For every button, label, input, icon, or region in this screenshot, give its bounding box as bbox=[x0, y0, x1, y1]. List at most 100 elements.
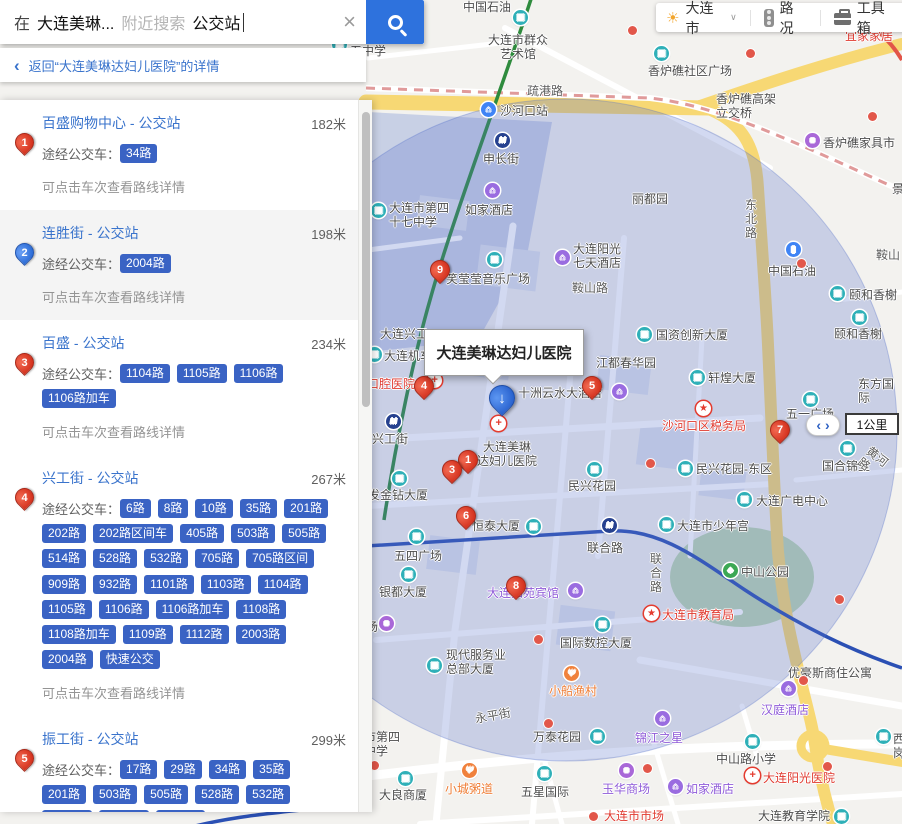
food-icon[interactable]: Ψ bbox=[564, 666, 579, 681]
bus-route-badge[interactable]: 1112路 bbox=[180, 625, 229, 644]
map-label[interactable]: 轩煌大厦 bbox=[708, 371, 756, 385]
building-icon[interactable]: ▣ bbox=[840, 441, 855, 456]
map-label[interactable]: 大良商厦 bbox=[379, 788, 427, 802]
school-icon[interactable]: ▣ bbox=[371, 203, 386, 218]
map-label[interactable]: 大连美琳 达妇儿医院 bbox=[477, 440, 537, 468]
hotel-icon[interactable]: ⌂ bbox=[555, 250, 570, 265]
school-icon[interactable]: ▣ bbox=[834, 809, 849, 824]
bus-route-badge[interactable]: 1103路 bbox=[201, 575, 251, 594]
search-input[interactable]: 在 大连美琳... 附近搜索 公交站 bbox=[0, 0, 333, 44]
bus-route-badge[interactable]: 1105路 bbox=[177, 364, 227, 383]
map-label[interactable]: 国际数控大厦 bbox=[560, 636, 632, 650]
station-result-item[interactable]: 4兴工街 - 公交站267米途经公交车：6路8路10路35路201路202路20… bbox=[0, 455, 358, 715]
map-label[interactable]: 香炉礁家具市 bbox=[823, 136, 895, 150]
map-label[interactable]: 民兴花园-东区 bbox=[696, 462, 772, 476]
map-label[interactable]: 发金钻大厦 bbox=[368, 488, 428, 502]
map-label[interactable]: 恒泰大厦 bbox=[472, 519, 520, 533]
building-icon[interactable]: ▣ bbox=[678, 461, 693, 476]
station-name-link[interactable]: 百盛购物中心 - 公交站 bbox=[42, 111, 303, 133]
building-icon[interactable]: ▣ bbox=[852, 310, 867, 325]
bus-route-badge[interactable]: 503路 bbox=[231, 524, 275, 543]
back-to-details-link[interactable]: ‹ 返回“大连美琳达妇儿医院”的详情 bbox=[0, 48, 366, 82]
bus-route-badge[interactable]: 35路 bbox=[253, 760, 290, 779]
map-label[interactable]: 大连市群众 艺术馆 bbox=[488, 33, 548, 61]
building-icon[interactable]: ▣ bbox=[737, 492, 752, 507]
map-label[interactable]: 口腔医院 bbox=[367, 377, 415, 391]
food-icon[interactable]: Ψ bbox=[462, 763, 477, 778]
bus-route-badge[interactable]: 528路 bbox=[93, 549, 137, 568]
bus-route-badge[interactable]: 505路 bbox=[144, 785, 188, 804]
bus-route-badge[interactable]: 202路区间车 bbox=[93, 524, 173, 543]
map-label[interactable]: 笑莹莹音乐广场 bbox=[446, 272, 530, 286]
bus-route-badge[interactable]: 2003路 bbox=[236, 625, 287, 644]
bus-route-badge[interactable]: 932路 bbox=[93, 575, 137, 594]
hotel-icon[interactable]: ⌂ bbox=[612, 384, 627, 399]
cross-icon[interactable]: + bbox=[491, 416, 506, 431]
map-label[interactable]: 民兴花园 bbox=[568, 479, 616, 493]
hotel-icon[interactable]: ⌂ bbox=[781, 681, 796, 696]
map-label[interactable]: 大连市少年宫 bbox=[677, 519, 749, 533]
map-label[interactable]: 中山公园 bbox=[741, 565, 789, 579]
map-label[interactable]: 颐和香榭 bbox=[849, 288, 897, 302]
map-label[interactable]: 申长街 bbox=[483, 152, 519, 166]
tree-icon[interactable]: ♣ bbox=[723, 563, 738, 578]
bus-route-badge[interactable]: 34路 bbox=[209, 760, 246, 779]
bus-route-badge[interactable]: 909路 bbox=[42, 575, 86, 594]
bus-route-badge[interactable]: 34路 bbox=[120, 144, 157, 163]
bus-route-badge[interactable]: 1104路 bbox=[120, 364, 170, 383]
bus-route-badge[interactable]: 1106路加车 bbox=[42, 389, 116, 408]
cross-icon[interactable]: + bbox=[745, 768, 760, 783]
bus-route-badge[interactable]: 1109路 bbox=[123, 625, 173, 644]
map-label[interactable]: 万泰花园 bbox=[533, 730, 581, 744]
bus-route-badge[interactable]: 1101路 bbox=[42, 810, 92, 812]
station-result-item[interactable]: 1百盛购物中心 - 公交站182米途经公交车：34路可点击车次查看路线详情 bbox=[0, 100, 358, 210]
building-icon[interactable]: ▣ bbox=[587, 462, 602, 477]
map-label[interactable]: 大连教育学院 bbox=[758, 809, 830, 823]
bus-route-badge[interactable]: 532路 bbox=[144, 549, 188, 568]
building-icon[interactable]: ▣ bbox=[401, 567, 416, 582]
map-label[interactable]: 丽都园 bbox=[632, 192, 668, 206]
building-icon[interactable]: ▣ bbox=[590, 729, 605, 744]
city-selector[interactable]: 大连市 bbox=[685, 0, 726, 38]
bus-route-badge[interactable]: 1108路 bbox=[236, 600, 286, 619]
station-result-item[interactable]: 2连胜街 - 公交站198米途经公交车：2004路可点击车次查看路线详情 bbox=[0, 210, 358, 320]
bus-route-badge[interactable]: 705路 bbox=[195, 549, 239, 568]
building-icon[interactable]: ▣ bbox=[526, 519, 541, 534]
building-icon[interactable]: ▣ bbox=[690, 370, 705, 385]
hotel-icon[interactable]: ⌂ bbox=[668, 779, 683, 794]
map-label[interactable]: 玉华商场 bbox=[602, 782, 650, 796]
map-label[interactable]: 银都大厦 bbox=[379, 585, 427, 599]
building-icon[interactable]: ▣ bbox=[487, 252, 502, 267]
metro-icon[interactable]: M bbox=[602, 518, 617, 533]
bus-route-badge[interactable]: 1106路 bbox=[99, 600, 149, 619]
shop-icon[interactable]: ■ bbox=[379, 616, 394, 631]
station-result-item[interactable]: 3百盛 - 公交站234米途经公交车：1104路1105路1106路1106路加… bbox=[0, 320, 358, 455]
map-label[interactable]: 大连广电中心 bbox=[756, 494, 828, 508]
bus-route-badge[interactable]: 514路 bbox=[42, 549, 86, 568]
station-result-item[interactable]: 5振工街 - 公交站299米途经公交车：17路29路34路35路201路503路… bbox=[0, 716, 358, 812]
map-label[interactable]: 香炉礁高架 立交桥 bbox=[716, 92, 776, 120]
map-label[interactable]: 香炉礁社区广场 bbox=[648, 64, 732, 78]
map-label[interactable]: 小船渔村 bbox=[549, 684, 597, 698]
building-icon[interactable]: ▣ bbox=[654, 46, 669, 61]
bus-route-badge[interactable]: 528路 bbox=[195, 785, 239, 804]
map-label[interactable]: 景 bbox=[892, 182, 902, 196]
train-icon[interactable]: ⌂ bbox=[481, 102, 496, 117]
metro-icon[interactable]: M bbox=[495, 133, 510, 148]
bus-route-badge[interactable]: 1101路 bbox=[144, 575, 194, 594]
map-label[interactable]: 如家酒店 bbox=[465, 203, 513, 217]
building-icon[interactable]: ▣ bbox=[513, 10, 528, 25]
map-label[interactable]: 大连市第四 十七中学 bbox=[389, 201, 449, 229]
building-icon[interactable]: ▣ bbox=[595, 617, 610, 632]
bus-route-badge[interactable]: 2004路 bbox=[42, 650, 93, 669]
shop-icon[interactable]: ■ bbox=[619, 763, 634, 778]
school-icon[interactable]: ▣ bbox=[392, 471, 407, 486]
bus-route-badge[interactable]: 503路 bbox=[93, 785, 137, 804]
bus-route-badge[interactable]: 405路 bbox=[180, 524, 224, 543]
map-label[interactable]: 中国石油 bbox=[463, 0, 511, 14]
search-button[interactable] bbox=[366, 0, 424, 44]
hotel-icon[interactable]: ⌂ bbox=[485, 183, 500, 198]
building-icon[interactable]: ▣ bbox=[409, 529, 424, 544]
building-icon[interactable]: ▣ bbox=[803, 392, 818, 407]
bus-route-badge[interactable]: 8路 bbox=[158, 499, 189, 518]
